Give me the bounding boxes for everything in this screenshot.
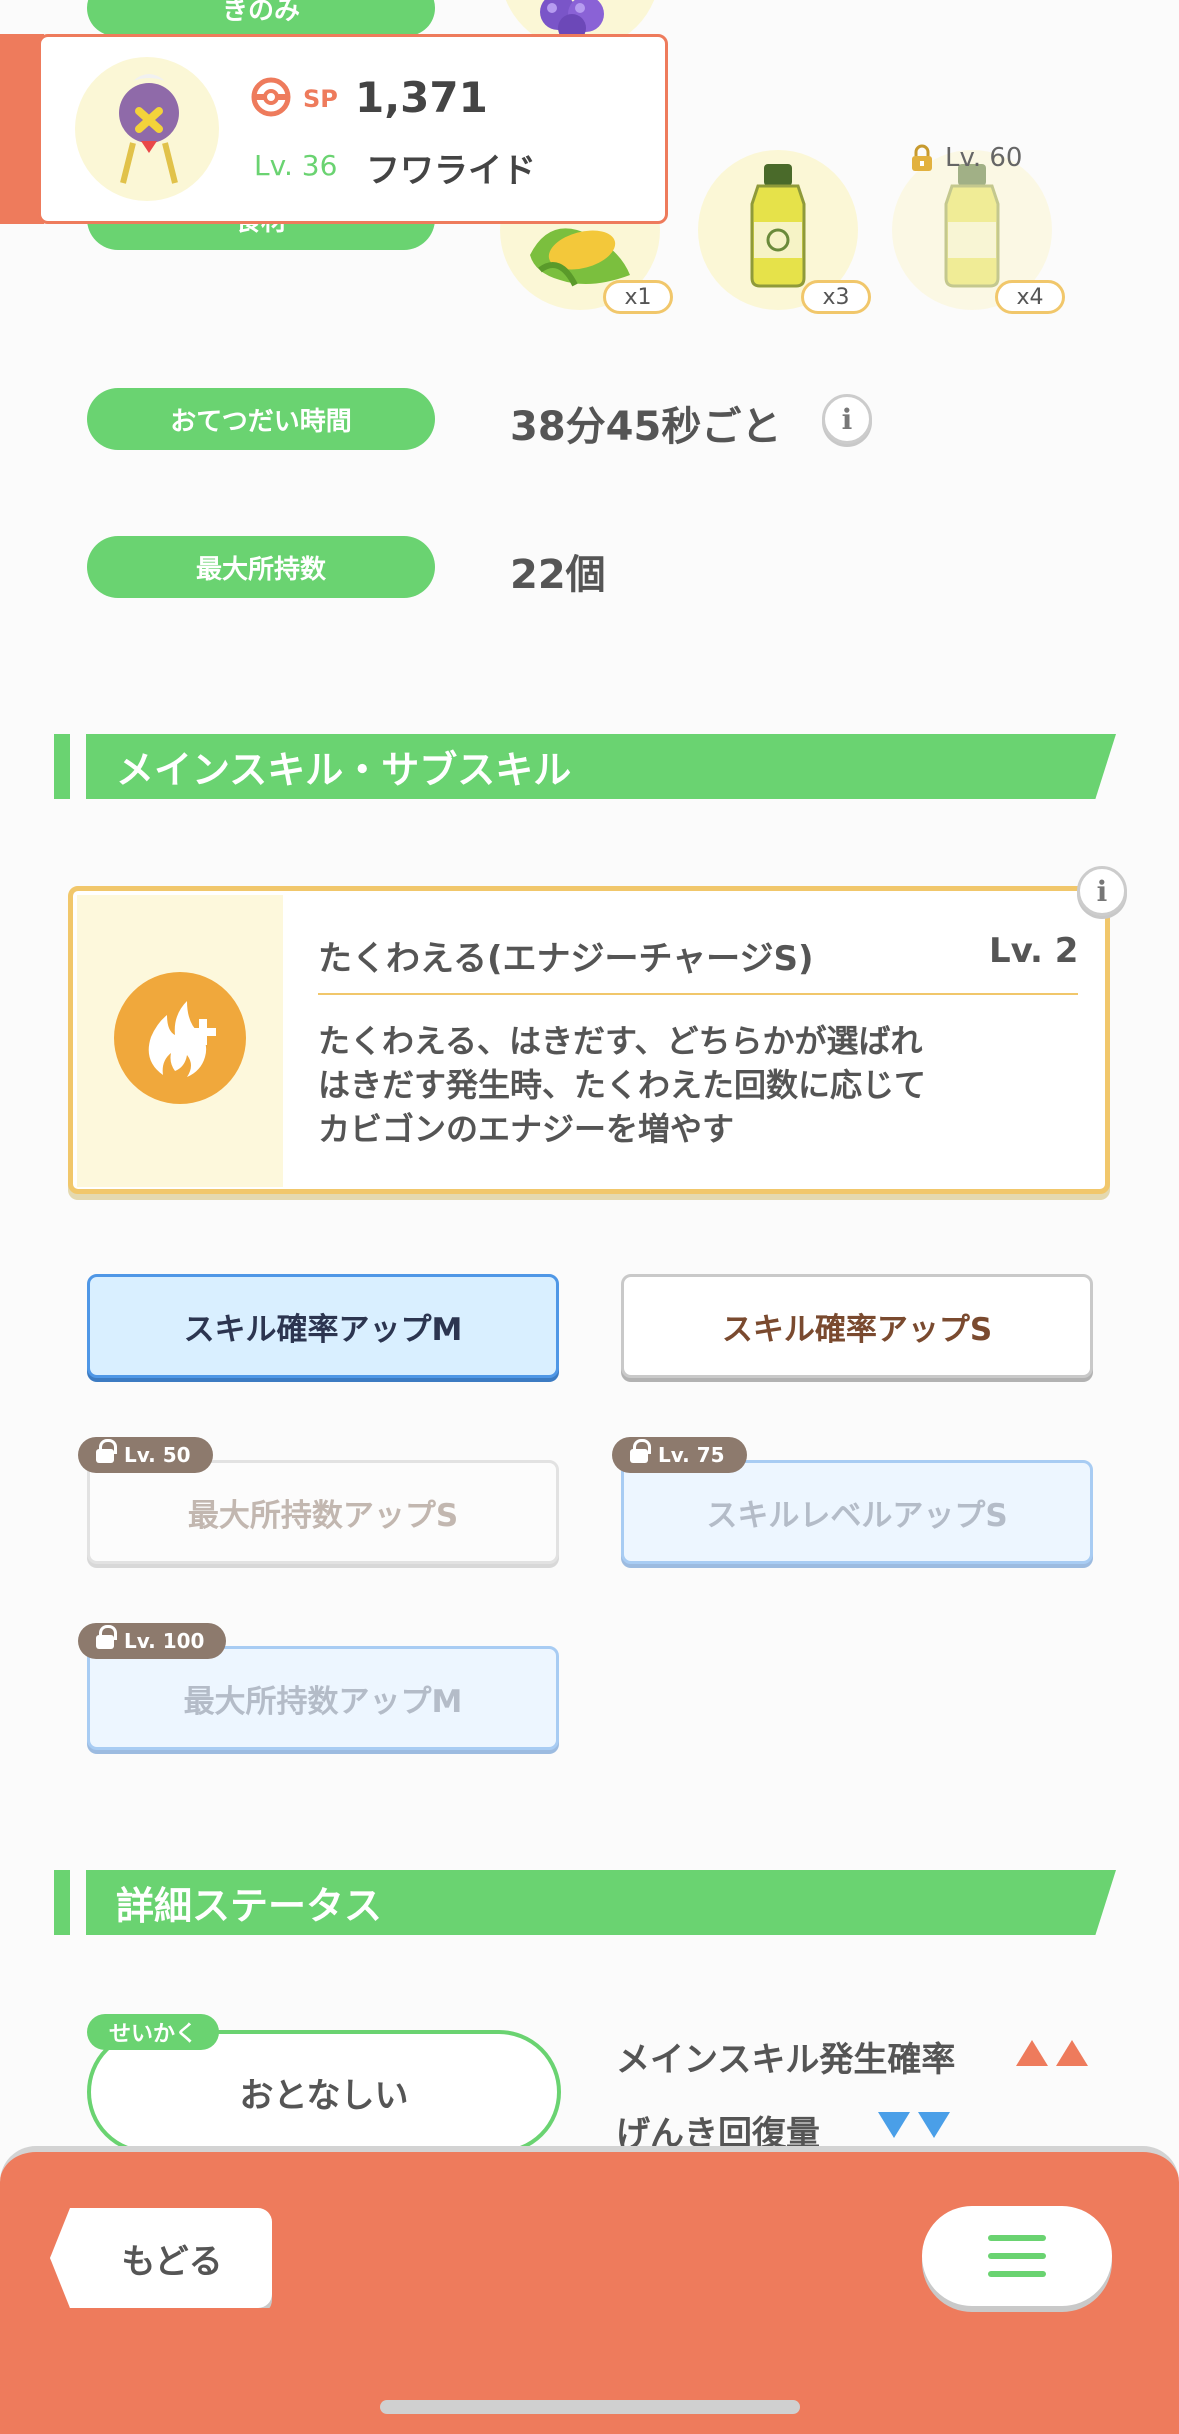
- sub-skill-3-button[interactable]: 最大所持数アップS: [87, 1460, 559, 1564]
- help-time-label: おてつだい時間: [87, 388, 435, 450]
- main-skill-name: たくわえる(エナジーチャージS): [318, 939, 814, 979]
- down-arrows-icon: [878, 2112, 950, 2138]
- sp-value: 1,371: [355, 73, 488, 122]
- max-carry-value: 22個: [510, 552, 606, 598]
- sub-skill-1-button[interactable]: スキル確率アップM: [87, 1274, 559, 1378]
- nature-value: おとなしい: [239, 2075, 409, 2116]
- lock-icon: [630, 1439, 651, 1463]
- sub-skill-4-lock: Lv. 75: [612, 1437, 747, 1473]
- main-skill-description: たくわえる、はきだす、どちらかが選ばれ はきだす発生時、たくわえた回数に応じて …: [318, 1019, 926, 1151]
- sp-icon: [251, 77, 291, 117]
- max-carry-label: 最大所持数: [87, 536, 435, 598]
- skills-section-header: メインスキル・サブスキル: [54, 734, 1116, 799]
- sp-label: SP: [303, 85, 338, 113]
- skills-section-title: メインスキル・サブスキル: [86, 734, 1116, 799]
- ingredient-count-1: x1: [603, 280, 673, 314]
- pokemon-avatar: [119, 74, 179, 184]
- sub-skill-2-button[interactable]: スキル確率アップS: [621, 1274, 1093, 1378]
- main-skill-level: Lv. 2: [989, 931, 1079, 971]
- ingredient-lock-label: Lv. 60: [907, 143, 1022, 173]
- sub-skill-5-lock-level: Lv. 100: [124, 1629, 205, 1653]
- oil-bottle-icon[interactable]: [738, 160, 818, 290]
- back-button[interactable]: もどる: [50, 2208, 272, 2308]
- main-skill-desc-line-1: たくわえる、はきだす、どちらかが選ばれ: [318, 1022, 923, 1060]
- energy-charge-skill-icon: [114, 972, 246, 1104]
- nature-tag: せいかく: [87, 2014, 220, 2050]
- lock-icon: [912, 144, 932, 171]
- sub-skill-5-button[interactable]: 最大所持数アップM: [87, 1646, 559, 1750]
- oil-bottle-locked-icon[interactable]: [932, 160, 1012, 290]
- sub-skill-3-lock-level: Lv. 50: [124, 1443, 191, 1467]
- detail-section-header: 詳細ステータス: [54, 1870, 1116, 1935]
- pokemon-level: Lv. 36: [254, 149, 338, 182]
- sub-skill-4-lock-level: Lv. 75: [658, 1443, 725, 1467]
- sub-skill-3-lock: Lv. 50: [78, 1437, 213, 1473]
- help-time-value: 38分45秒ごと: [510, 404, 782, 450]
- up-arrows-icon: [1016, 2040, 1088, 2066]
- back-button-label: もどる: [121, 2241, 223, 2282]
- sub-skill-5-lock: Lv. 100: [78, 1623, 227, 1659]
- ingredient-count-3: x4: [995, 280, 1065, 314]
- hamburger-menu-icon: [988, 2235, 1046, 2277]
- up-stat-label: メインスキル発生確率: [616, 2040, 956, 2080]
- detail-section-title: 詳細ステータス: [86, 1870, 1116, 1935]
- help-time-info-icon[interactable]: i: [822, 394, 872, 444]
- sub-skill-4-button[interactable]: スキルレベルアップS: [621, 1460, 1093, 1564]
- ingredient-count-2: x3: [801, 280, 871, 314]
- main-skill-desc-line-3: カビゴンのエナジーを増やす: [318, 1110, 735, 1148]
- berry-label: きのみ: [87, 0, 435, 36]
- pokemon-name: フワライド: [366, 151, 536, 191]
- home-indicator: [380, 2400, 800, 2414]
- lock-icon: [96, 1439, 117, 1463]
- header-card: SP 1,371 Lv. 36 フワライド: [38, 34, 668, 224]
- main-skill-card[interactable]: たくわえる(エナジーチャージS) Lv. 2 たくわえる、はきだす、どちらかが選…: [68, 886, 1110, 1194]
- menu-button[interactable]: [922, 2206, 1112, 2306]
- main-skill-divider: [318, 993, 1078, 995]
- main-skill-desc-line-2: はきだす発生時、たくわえた回数に応じて: [318, 1066, 927, 1104]
- main-skill-info-icon[interactable]: i: [1077, 866, 1127, 916]
- lock-icon: [96, 1625, 117, 1649]
- bottom-bar: もどる: [0, 2146, 1179, 2434]
- ingredient-lock-level: Lv. 60: [945, 143, 1023, 173]
